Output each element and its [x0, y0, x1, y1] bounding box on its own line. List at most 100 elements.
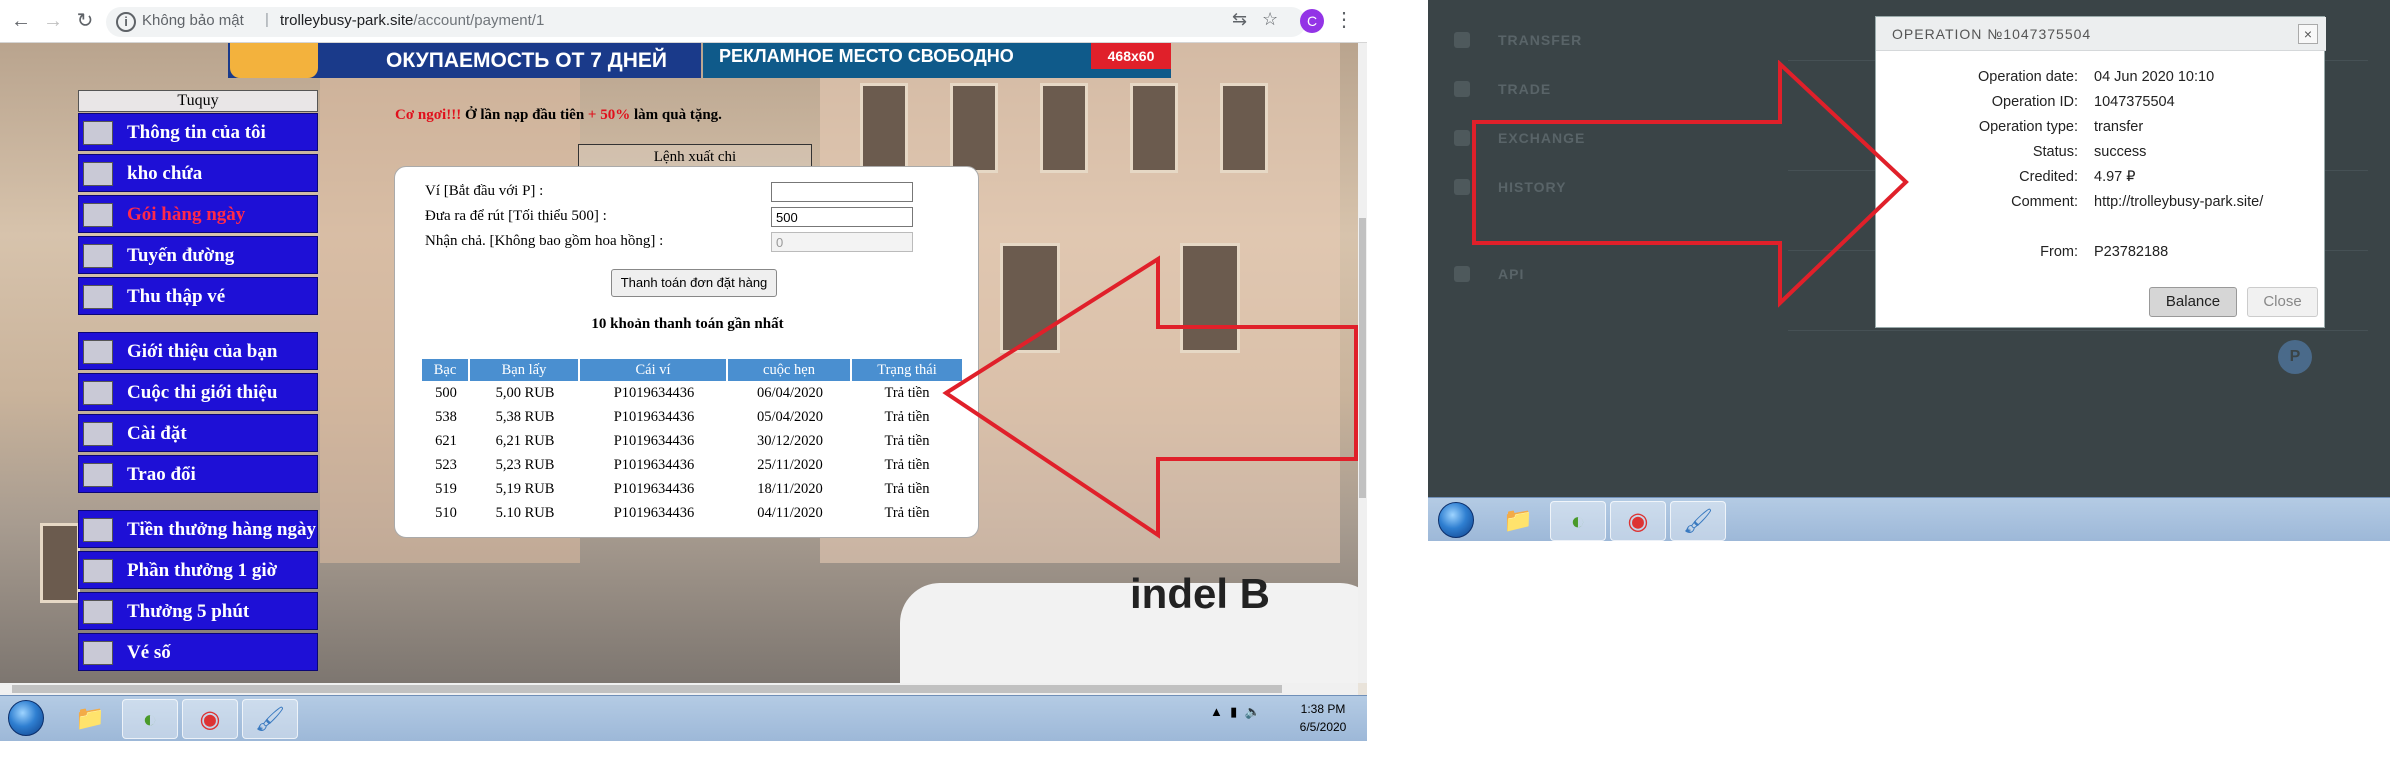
menu-item-my-info[interactable]: Thông tin của tôi [78, 113, 318, 151]
field-operation-type: Operation type: transfer [1876, 119, 2326, 139]
menu-title: Tuquy [78, 90, 318, 112]
menu-item-daily-package[interactable]: Gói hàng ngày [78, 195, 318, 233]
taskbar-chrome[interactable]: ◉ [1610, 501, 1666, 541]
receive-label: Nhận chả. [Không bao gồm hoa hồng] : [425, 233, 664, 249]
clock[interactable]: 1:38 PM 6/5/2020 [1293, 700, 1353, 736]
translate-icon[interactable]: ⇆ [1232, 9, 1247, 30]
menu-item-exchange[interactable]: Trao đổi [78, 455, 318, 493]
menu-item-collect-tickets[interactable]: Thu thập vé [78, 277, 318, 315]
cell-date: 18/11/2020 [757, 480, 823, 497]
scrollbar-thumb[interactable] [12, 685, 1282, 693]
ad-banner-right-text: РЕКЛАМНОЕ МЕСТО СВОБОДНО [719, 46, 1014, 66]
table-row: 621 6,21 RUB P1019634436 30/12/2020 Trả … [422, 429, 962, 453]
promo-red-start: Cơ ngơi!!! [395, 107, 462, 123]
taskbar-paint[interactable]: 🖌 [1670, 501, 1726, 541]
field-from: From: P23782188 [1876, 244, 2326, 264]
menu-item-settings[interactable]: Cài đặt [78, 414, 318, 452]
close-icon[interactable]: × [2298, 24, 2318, 44]
horizontal-scrollbar[interactable] [0, 683, 1358, 695]
taskbar-app-green[interactable]: ◐ [1550, 501, 1606, 541]
taskbar-app-green[interactable]: ◐ [122, 699, 178, 739]
bus-logo: indel B [1130, 570, 1271, 617]
menu-item-label: Vé số [127, 642, 171, 663]
profile-avatar[interactable]: C [1300, 9, 1324, 33]
back-icon[interactable]: ← [8, 8, 34, 34]
tram-icon [83, 162, 113, 186]
start-button-icon[interactable] [8, 700, 44, 736]
bookmark-star-icon[interactable]: ☆ [1262, 9, 1278, 30]
forward-icon[interactable]: → [40, 8, 66, 34]
field-status: Status: success [1876, 144, 2326, 164]
system-tray[interactable]: ▲ ▮ 🔈 [1210, 704, 1261, 720]
wallet-input[interactable] [771, 182, 913, 202]
history-title: 10 khoản thanh toán gần nhất [591, 316, 784, 332]
amount-input[interactable] [771, 207, 913, 227]
ad-banner-left-text: ОКУПАЕМОСТЬ ОТ 7 ДНЕЙ [386, 49, 667, 72]
url-host: trolleybusy-park.site [280, 12, 414, 29]
ad-banner-right[interactable]: РЕКЛАМНОЕ МЕСТО СВОБОДНО 468x60 [703, 43, 1171, 78]
info-icon[interactable]: i [116, 12, 136, 32]
menu-item-storage[interactable]: kho chứa [78, 154, 318, 192]
scrollbar-thumb[interactable] [1359, 218, 1366, 498]
field-value: success [2094, 144, 2147, 160]
tram-icon [83, 559, 113, 583]
tram-icon [83, 121, 113, 145]
taskbar-explorer[interactable]: 📁 [62, 699, 118, 739]
vertical-scrollbar[interactable] [1358, 43, 1367, 683]
taskbar-chrome[interactable]: ◉ [182, 699, 238, 739]
folder-icon: 📁 [75, 706, 105, 732]
wallet-label: Ví [Bắt đầu với P] : [425, 183, 544, 199]
field-key: Credited: [2019, 169, 2078, 185]
url-separator: | [265, 11, 269, 28]
start-button-icon[interactable] [1438, 502, 1474, 538]
clock-time: 1:38 PM [1300, 702, 1346, 716]
exchange-icon [1454, 130, 1470, 146]
url-text[interactable]: trolleybusy-park.site/account/payment/1 [280, 12, 544, 29]
wallet-nav-transfer[interactable]: TRANSFER [1498, 32, 1582, 48]
browser-toolbar: ← → ↻ i Không bảo mật | trolleybusy-park… [0, 0, 1367, 43]
trade-icon [1454, 81, 1470, 97]
ad-banner-left[interactable]: ОКУПАЕМОСТЬ ОТ 7 ДНЕЙ [228, 43, 701, 78]
menu-item-lottery[interactable]: Vé số [78, 633, 318, 671]
balance-button[interactable]: Balance [2149, 287, 2237, 317]
menu-item-label: Tuyến đường [127, 245, 235, 266]
menu-item-label: Gói hàng ngày [127, 204, 246, 225]
paint-icon: 🖌 [1682, 509, 1714, 535]
tram-icon [83, 285, 113, 309]
reload-icon[interactable]: ↻ [72, 8, 98, 34]
cell-received: 5,19 RUB [495, 480, 555, 497]
cell-silver: 538 [435, 408, 457, 425]
promo-text: Cơ ngơi!!! Ở lần nạp đầu tiên + 50% làm … [395, 107, 722, 124]
field-key: Comment: [2011, 194, 2078, 210]
field-credited: Credited: 4.97 ₽ [1876, 169, 2326, 189]
tram-icon [83, 463, 113, 487]
close-button[interactable]: Close [2247, 287, 2318, 317]
tram-icon [83, 381, 113, 405]
field-value: http://trolleybusy-park.site/ [2094, 194, 2264, 210]
menu-item-hourly-bonus[interactable]: Phần thưởng 1 giờ [78, 551, 318, 589]
menu-item-routes[interactable]: Tuyến đường [78, 236, 318, 274]
cell-date: 04/11/2020 [757, 504, 823, 521]
menu-item-5min-bonus[interactable]: Thưởng 5 phút [78, 592, 318, 630]
pay-order-button[interactable]: Thanh toán đơn đặt hàng [611, 269, 777, 297]
menu-item-referral-contest[interactable]: Cuộc thi giới thiệu [78, 373, 318, 411]
cell-wallet: P1019634436 [613, 456, 695, 473]
red-arrow-right-annotation [1472, 60, 1909, 308]
promo-end: làm quà tặng. [630, 107, 722, 123]
taskbar-paint[interactable]: 🖌 [242, 699, 298, 739]
dialog-title: OPERATION №1047375504 [1892, 26, 2092, 42]
field-key: From: [2040, 244, 2078, 260]
col-wallet: Cái ví [580, 359, 728, 381]
field-operation-date: Operation date: 04 Jun 2020 10:10 [1876, 69, 2326, 89]
browser-menu-icon[interactable]: ⋮ [1334, 7, 1354, 32]
cell-received: 5,38 RUB [495, 408, 555, 425]
menu-item-daily-bonus[interactable]: Tiền thưởng hàng ngày [78, 510, 318, 548]
menu-item-label: Thưởng 5 phút [127, 601, 250, 622]
cell-date: 25/11/2020 [757, 456, 823, 473]
green-app-icon: ◐ [1570, 509, 1586, 535]
operation-dialog: OPERATION №1047375504 × Operation date: 0… [1875, 16, 2326, 328]
history-icon [1454, 179, 1470, 195]
menu-item-referrals[interactable]: Giới thiệu của bạn [78, 332, 318, 370]
taskbar-explorer[interactable]: 📁 [1490, 501, 1546, 541]
tram-icon [83, 600, 113, 624]
